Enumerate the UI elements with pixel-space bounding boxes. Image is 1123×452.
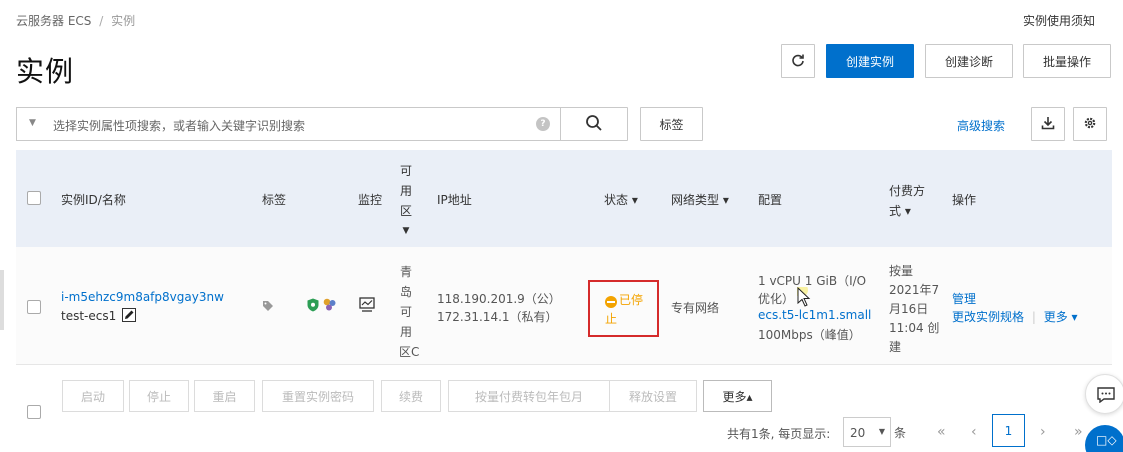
select-all-checkbox[interactable]	[27, 191, 41, 205]
assistant-icon: □◇	[1096, 433, 1117, 447]
help-icon[interactable]: ?	[536, 117, 550, 131]
gear-icon	[1083, 116, 1097, 133]
refresh-icon	[791, 53, 805, 70]
agent-status-icon[interactable]	[322, 297, 337, 315]
private-ip: 172.31.14.1（私有）	[437, 310, 558, 324]
page-title: 实例	[16, 55, 75, 88]
column-header-network[interactable]: 网络类型 ▾	[671, 191, 729, 208]
breadcrumb: 云服务器 ECS / 实例	[16, 12, 135, 29]
zone-cell: 青 岛 可 用 区C	[399, 265, 420, 359]
table-row	[16, 247, 1112, 365]
convert-billing-button[interactable]: 按量付费转包年包月	[448, 380, 610, 412]
tag-filter-button[interactable]: 标签	[640, 107, 703, 141]
status-highlight-box: 已停止	[588, 280, 659, 337]
billing-cell: 按量 2021年7 月16日 11:04 创 建	[889, 264, 940, 354]
instance-name: test-ecs1	[61, 308, 137, 325]
create-instance-button[interactable]: 创建实例	[826, 44, 914, 78]
chat-icon	[1097, 387, 1115, 406]
breadcrumb-current: 实例	[111, 14, 136, 28]
batch-operation-button[interactable]: 批量操作	[1023, 44, 1111, 78]
more-actions-link[interactable]: 更多 ▾	[1044, 310, 1078, 324]
first-page-icon[interactable]: «	[937, 424, 946, 440]
breadcrumb-root[interactable]: 云服务器 ECS	[16, 14, 91, 28]
column-header-status[interactable]: 状态 ▾	[604, 191, 638, 208]
column-header-monitor: 监控	[358, 193, 383, 207]
row-scroll-indicator	[0, 270, 4, 330]
chat-button[interactable]	[1085, 374, 1123, 414]
network-type: 专有网络	[671, 301, 720, 315]
monitor-icon[interactable]	[359, 297, 375, 316]
download-button[interactable]	[1031, 107, 1065, 141]
create-diagnosis-button[interactable]: 创建诊断	[925, 44, 1013, 78]
chevron-down-icon[interactable]: ▼	[29, 118, 36, 128]
instance-id-link[interactable]: i-m5ehzc9m8afp8vgay3nw	[61, 290, 224, 304]
row-actions: 更改实例规格 | 更多 ▾	[952, 308, 1078, 325]
renew-button[interactable]: 续费	[381, 380, 441, 412]
stop-button[interactable]: 停止	[129, 380, 189, 412]
config-bandwidth: 100Mbps（峰值）	[758, 328, 861, 342]
chevron-down-icon: ▼	[402, 226, 410, 236]
edit-icon[interactable]	[122, 308, 137, 325]
last-page-icon[interactable]: »	[1074, 424, 1083, 440]
change-spec-link[interactable]: 更改实例规格	[952, 310, 1024, 324]
start-button[interactable]: 启动	[62, 380, 124, 412]
breadcrumb-separator: /	[99, 14, 104, 28]
advanced-search-link[interactable]: 高级搜索	[957, 117, 1005, 134]
search-icon	[585, 114, 603, 135]
config-optimized: 优化）	[758, 292, 795, 306]
tag-icon[interactable]	[262, 300, 274, 315]
restart-button[interactable]: 重启	[194, 380, 255, 412]
settings-button[interactable]	[1073, 107, 1107, 141]
column-header-id-name: 实例ID/名称	[61, 193, 126, 207]
page-size-select[interactable]: 20 ▼	[843, 417, 891, 447]
row-checkbox[interactable]	[27, 300, 41, 314]
per-page-unit: 条	[894, 426, 907, 440]
download-icon	[1041, 116, 1055, 133]
config-spec-link[interactable]: ecs.t5-lc1m1.small	[758, 308, 871, 322]
column-header-billing[interactable]: 付费方 式 ▾	[889, 181, 925, 221]
mouse-cursor-icon	[794, 283, 813, 312]
total-count-text: 共有1条, 每页显示:	[727, 427, 831, 441]
shield-icon[interactable]	[307, 298, 319, 315]
table-header	[16, 150, 1112, 247]
search-input[interactable]: ▼ 选择实例属性项搜索，或者输入关键字识别搜索 ?	[16, 107, 561, 141]
status-badge: 已停止	[605, 293, 644, 326]
search-button[interactable]	[560, 107, 628, 141]
column-header-tags: 标签	[262, 193, 287, 207]
column-header-ip: IP地址	[437, 193, 472, 207]
column-header-actions: 操作	[952, 193, 977, 207]
footer-select-all-checkbox[interactable]	[27, 405, 41, 419]
release-settings-button[interactable]: 释放设置	[609, 380, 697, 412]
public-ip: 118.190.201.9（公）	[437, 292, 561, 306]
column-header-config: 配置	[758, 193, 783, 207]
manage-link[interactable]: 管理	[952, 290, 976, 307]
assistant-button[interactable]: □◇	[1085, 425, 1123, 452]
instance-notice-link[interactable]: 实例使用须知	[1023, 12, 1095, 29]
page-number-current[interactable]: 1	[992, 414, 1025, 447]
chevron-down-icon: ▼	[878, 427, 885, 436]
reset-password-button[interactable]: 重置实例密码	[262, 380, 374, 412]
search-placeholder: 选择实例属性项搜索，或者输入关键字识别搜索	[53, 119, 306, 133]
divider: |	[1031, 310, 1036, 324]
prev-page-icon[interactable]: ‹	[971, 424, 977, 440]
refresh-button[interactable]	[781, 44, 815, 78]
footer-more-button[interactable]: 更多▴	[703, 380, 772, 412]
column-header-zone[interactable]: 可 用 区 ▼	[399, 161, 413, 241]
next-page-icon[interactable]: ›	[1040, 424, 1046, 440]
